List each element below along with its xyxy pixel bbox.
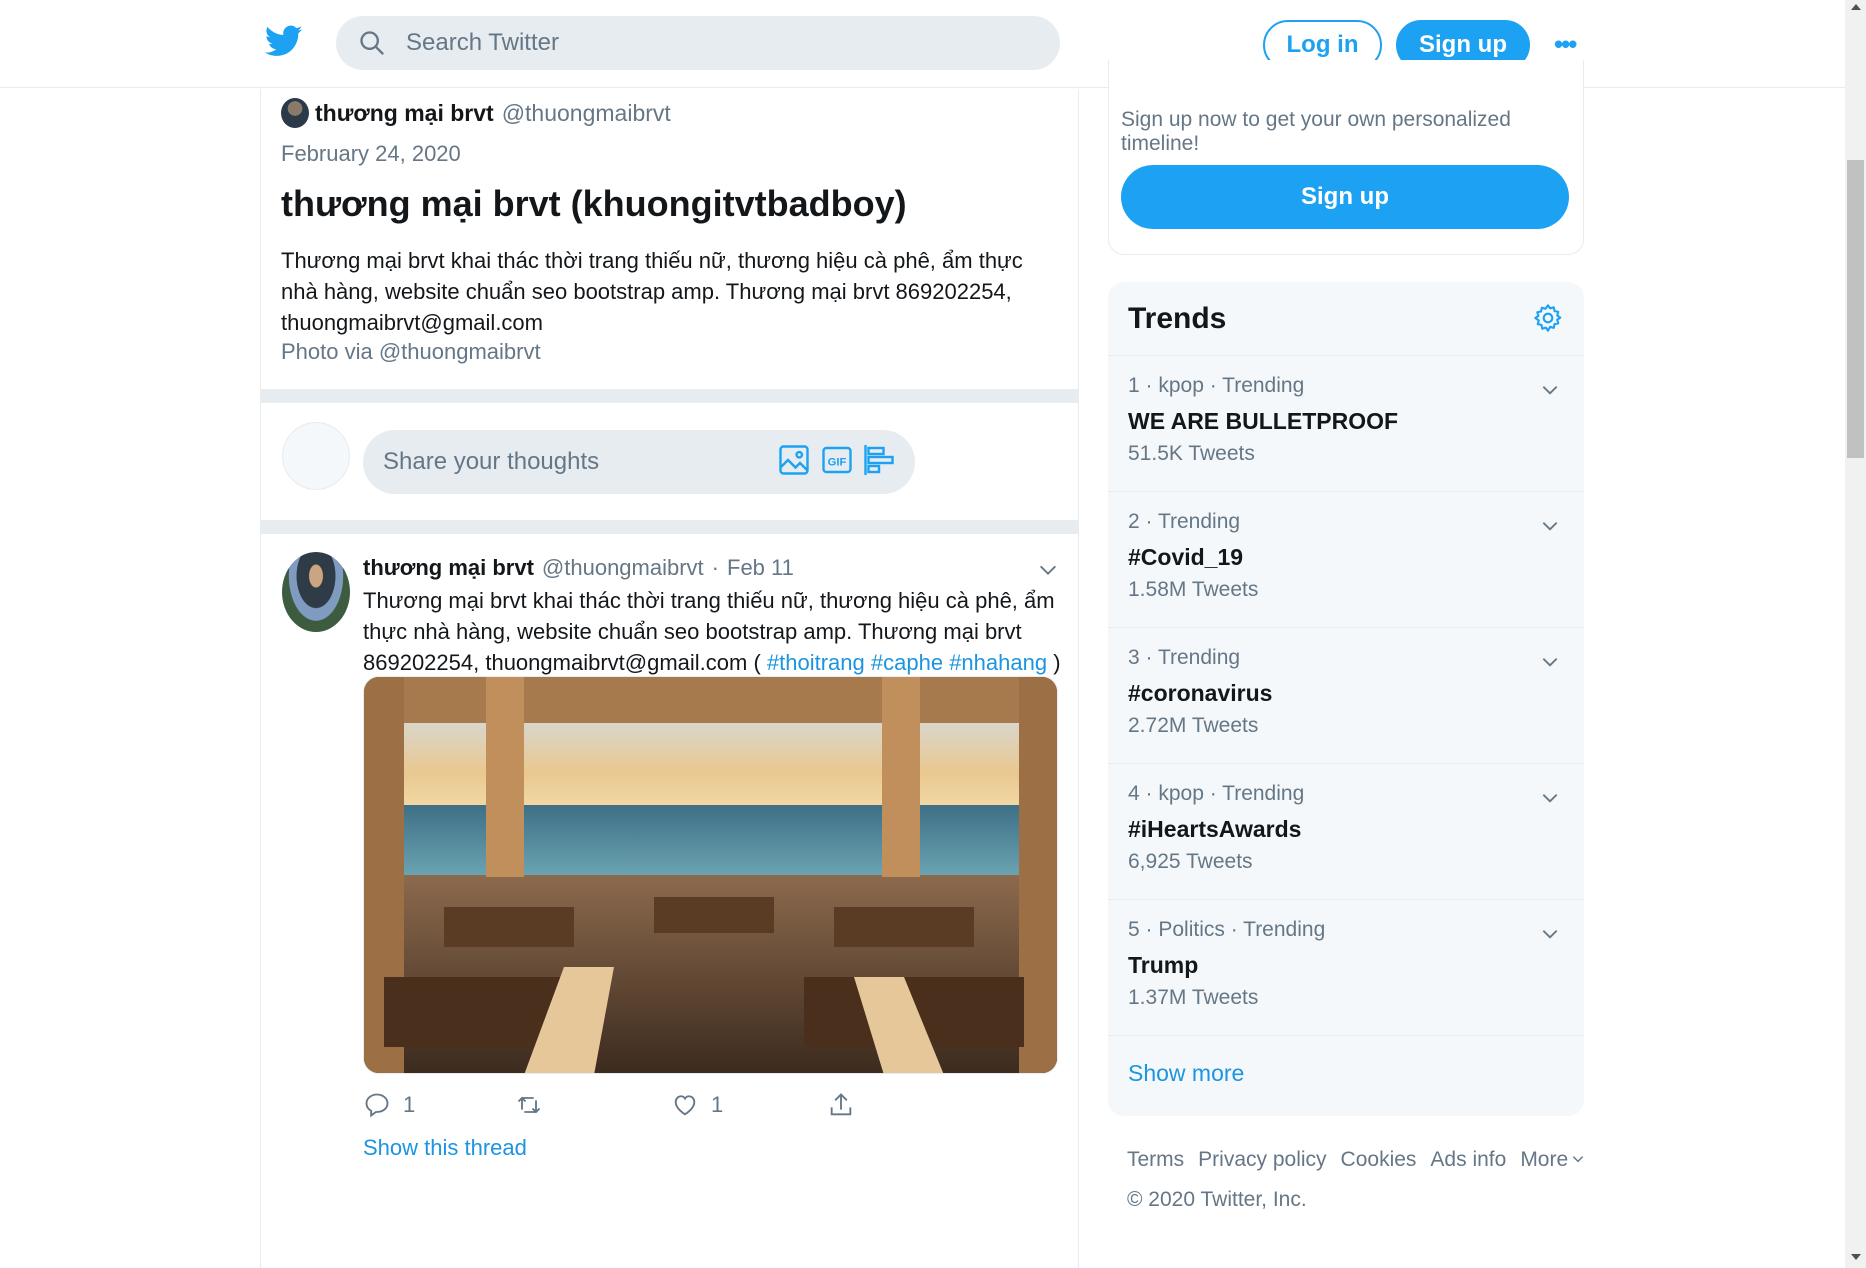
retweet-button[interactable]	[515, 1085, 543, 1125]
tweet-separator: ·	[711, 555, 719, 580]
footer-link-ads-info[interactable]: Ads info	[1430, 1148, 1506, 1172]
show-thread-link[interactable]: Show this thread	[363, 1135, 527, 1161]
tweet-actions: 1 1	[363, 1085, 963, 1125]
sidebar-signup-button[interactable]: Sign up	[1121, 165, 1569, 229]
hashtag-link[interactable]: #caphe	[871, 650, 943, 675]
chevron-down-icon[interactable]	[1037, 559, 1059, 581]
moment-photo-credit: Photo via @thuongmaibrvt	[281, 339, 541, 364]
like-count: 1	[711, 1092, 724, 1117]
trend-count: 2.72M Tweets	[1128, 714, 1259, 737]
scrollbar-thumb[interactable]	[1847, 160, 1864, 458]
tweet-text: Thương mại brvt khai thác thời trang thi…	[363, 585, 1063, 678]
trend-topic[interactable]: Trump	[1128, 952, 1198, 979]
chevron-down-icon[interactable]	[1540, 516, 1560, 536]
signup-prompt: Sign up now to get your own personalized…	[1121, 108, 1511, 155]
hashtag-link[interactable]: #nhahang	[949, 650, 1047, 675]
moment-title: thương mại brvt (khuongitvtbadboy)	[281, 183, 907, 224]
poll-icon[interactable]	[861, 442, 897, 478]
chevron-down-icon[interactable]	[1540, 924, 1560, 944]
hashtag-link[interactable]: #thoitrang	[767, 650, 865, 675]
tweet-photo[interactable]	[363, 676, 1058, 1074]
like-button[interactable]: 1	[671, 1085, 723, 1125]
moment-author[interactable]: thương mại brvt @thuongmaibrvt	[281, 93, 671, 133]
trend-topic[interactable]: #iHeartsAwards	[1128, 816, 1301, 843]
trend-meta: 1 · kpop · Trending	[1128, 374, 1305, 397]
twitter-logo-icon[interactable]	[265, 22, 303, 60]
trend-count: 6,925 Tweets	[1128, 850, 1253, 873]
page-scrollbar[interactable]	[1845, 0, 1866, 1268]
trend-item[interactable]: 3 · Trending #coronavirus 2.72M Tweets	[1108, 628, 1584, 764]
tweet-avatar[interactable]	[282, 552, 350, 632]
tweet-body-text-end: )	[1047, 650, 1061, 675]
search-bar[interactable]	[336, 16, 1060, 70]
chevron-down-icon[interactable]	[1540, 380, 1560, 400]
share-button[interactable]	[827, 1085, 855, 1125]
moment-author-avatar[interactable]	[281, 98, 309, 128]
tweet-author-name[interactable]: thương mại brvt	[363, 555, 534, 581]
trends-panel: Trends 1 · kpop · Trending WE ARE BULLET…	[1108, 282, 1584, 1116]
moment-author-name[interactable]: thương mại brvt	[315, 100, 494, 127]
footer-link-terms[interactable]: Terms	[1127, 1148, 1184, 1172]
restaurant-photo-image	[364, 677, 1057, 1073]
scroll-down-arrow-icon[interactable]	[1851, 1254, 1861, 1260]
reply-count: 1	[403, 1092, 416, 1117]
image-icon[interactable]	[776, 442, 812, 478]
trend-item[interactable]: 2 · Trending #Covid_19 1.58M Tweets	[1108, 492, 1584, 628]
footer-link-privacy[interactable]: Privacy policy	[1198, 1148, 1326, 1172]
svg-text:GIF: GIF	[828, 456, 847, 468]
chevron-down-icon	[1572, 1156, 1584, 1163]
trend-meta: 4 · kpop · Trending	[1128, 782, 1305, 805]
trend-meta: 3 · Trending	[1128, 646, 1241, 669]
trend-meta: 5 · Politics · Trending	[1128, 918, 1326, 941]
trend-topic[interactable]: WE ARE BULLETPROOF	[1128, 408, 1398, 435]
trend-item[interactable]: 1 · kpop · Trending WE ARE BULLETPROOF 5…	[1108, 356, 1584, 492]
search-input[interactable]	[406, 16, 1026, 70]
trend-count: 51.5K Tweets	[1128, 442, 1255, 465]
compose-avatar	[282, 422, 350, 490]
reply-icon	[365, 1093, 389, 1118]
trend-count: 1.37M Tweets	[1128, 986, 1259, 1009]
tweet-date[interactable]: Feb 11	[727, 555, 794, 581]
retweet-icon	[517, 1096, 541, 1114]
trends-header: Trends	[1108, 282, 1584, 356]
trend-item[interactable]: 5 · Politics · Trending Trump 1.37M Twee…	[1108, 900, 1584, 1036]
gif-icon[interactable]: GIF	[819, 442, 855, 478]
tweet-author-handle[interactable]: @thuongmaibrvt	[542, 555, 704, 581]
footer-link-more: More	[1520, 1148, 1569, 1171]
trend-topic[interactable]: #coronavirus	[1128, 680, 1272, 707]
trend-count: 1.58M Tweets	[1128, 578, 1259, 601]
moment-author-handle[interactable]: @thuongmaibrvt	[502, 100, 671, 127]
section-divider	[261, 520, 1079, 534]
main-column: thương mại brvt @thuongmaibrvt February …	[260, 89, 1079, 1268]
footer-more-menu[interactable]: More	[1520, 1148, 1585, 1172]
scroll-up-arrow-icon[interactable]	[1851, 4, 1861, 10]
show-more-link[interactable]: Show more	[1128, 1060, 1244, 1087]
signup-card: Sign up now to get your own personalized…	[1108, 60, 1584, 255]
chevron-down-icon[interactable]	[1540, 788, 1560, 808]
trends-title: Trends	[1128, 302, 1227, 335]
trend-meta: 2 · Trending	[1128, 510, 1241, 533]
copyright-text: © 2020 Twitter, Inc.	[1127, 1188, 1307, 1211]
moment-description: Thương mại brvt khai thác thời trang thi…	[281, 248, 1023, 335]
share-icon	[830, 1093, 852, 1116]
trend-topic[interactable]: #Covid_19	[1128, 544, 1243, 571]
more-options-icon[interactable]: •••	[1554, 30, 1584, 58]
trend-item[interactable]: 4 · kpop · Trending #iHeartsAwards 6,925…	[1108, 764, 1584, 900]
reply-button[interactable]: 1	[363, 1085, 415, 1125]
section-divider	[261, 389, 1079, 403]
footer-links: Terms Privacy policy Cookies Ads info Mo…	[1127, 1148, 1585, 1172]
footer-link-cookies[interactable]: Cookies	[1341, 1148, 1417, 1172]
chevron-down-icon[interactable]	[1540, 652, 1560, 672]
search-icon	[360, 31, 384, 55]
tweet-header: thương mại brvt @thuongmaibrvt · Feb 11	[363, 555, 794, 581]
gear-icon[interactable]	[1532, 302, 1564, 334]
moment-date: February 24, 2020	[281, 141, 461, 166]
heart-icon	[674, 1095, 696, 1116]
